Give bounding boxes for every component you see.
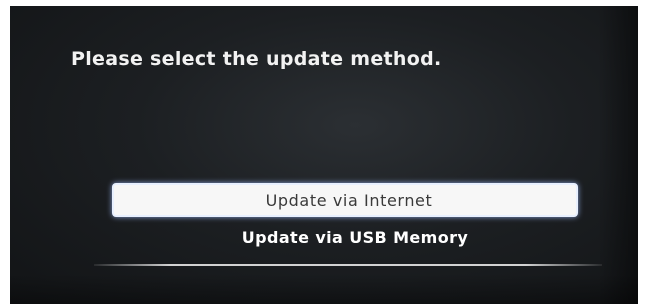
screen-bottom-shadow <box>10 274 638 304</box>
divider-line <box>94 264 602 266</box>
screen-edge-shadow <box>598 6 638 304</box>
option-label: Update via Internet <box>265 190 433 210</box>
update-via-internet-option[interactable]: Update via Internet <box>112 183 578 217</box>
update-method-prompt: Please select the update method. <box>71 48 442 70</box>
tv-screen: Please select the update method. Update … <box>10 6 638 304</box>
update-via-usb-memory-option[interactable]: Update via USB Memory <box>112 224 578 250</box>
option-label: Update via USB Memory <box>241 227 469 247</box>
